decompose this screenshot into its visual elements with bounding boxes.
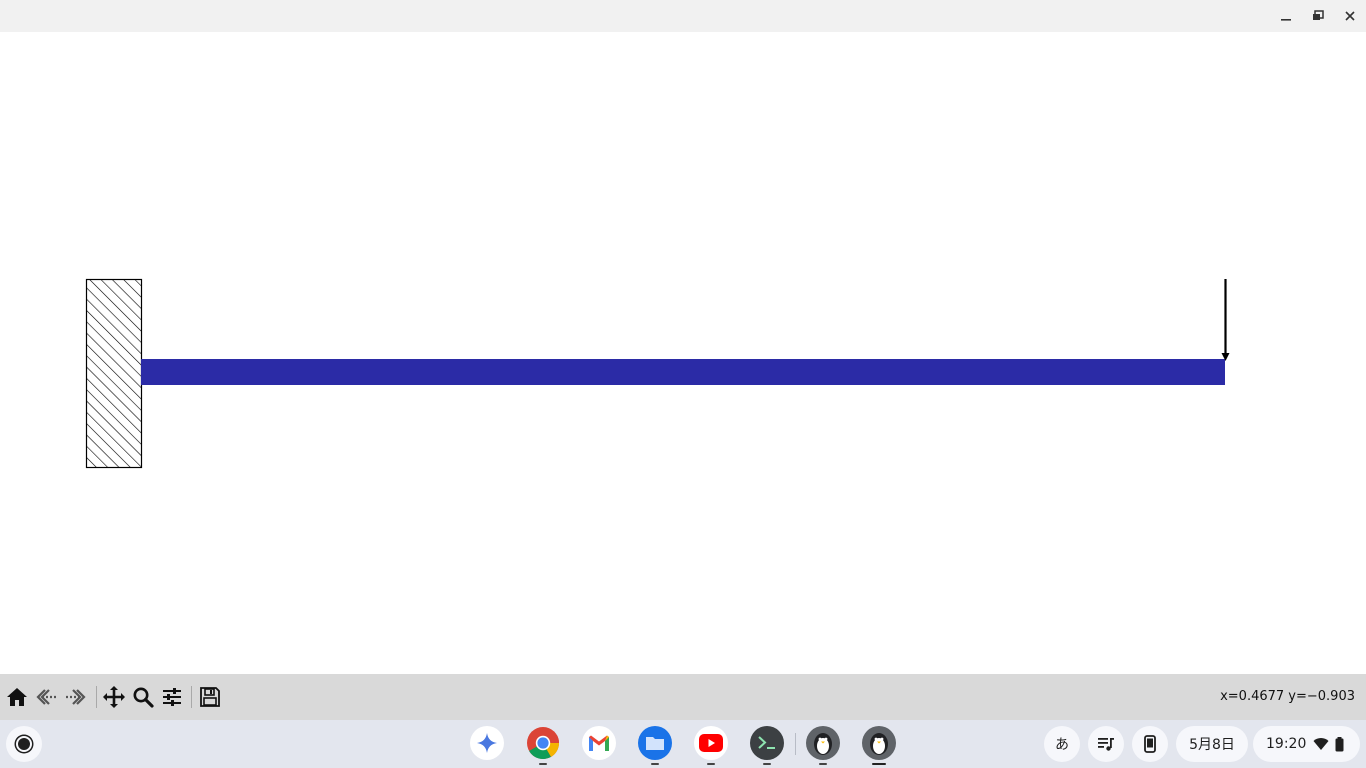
navigation-toolbar: x=0.4677 y=−0.903	[0, 674, 1366, 720]
gmail-icon	[589, 735, 609, 751]
app-running-indicator	[763, 763, 771, 765]
pan-button[interactable]	[101, 684, 127, 710]
figure-drawing	[85, 278, 1230, 469]
cursor-coordinates: x=0.4677 y=−0.903	[1220, 689, 1355, 704]
shelf: あ 5月8日 19:20	[0, 720, 1366, 768]
app-running-indicator	[651, 763, 659, 765]
close-button[interactable]	[1338, 4, 1362, 28]
ime-indicator[interactable]: あ	[1044, 726, 1080, 762]
zoom-button[interactable]	[130, 684, 156, 710]
minimize-icon	[1281, 19, 1291, 21]
gemini-icon	[477, 733, 497, 753]
close-icon	[1345, 11, 1355, 21]
penguin-icon	[814, 733, 832, 755]
plot-canvas[interactable]	[0, 32, 1366, 674]
point-load-arrow	[1221, 279, 1230, 361]
media-controls-button[interactable]	[1088, 726, 1124, 762]
zoom-icon	[133, 687, 154, 708]
battery-icon	[1335, 736, 1344, 751]
restore-icon	[1313, 10, 1324, 20]
app-youtube[interactable]	[694, 726, 728, 760]
minimize-button[interactable]	[1274, 4, 1298, 28]
phone-icon	[1144, 735, 1156, 753]
phone-hub-button[interactable]	[1132, 726, 1168, 762]
app-linux-2[interactable]	[862, 726, 896, 760]
window-title-bar	[0, 0, 1366, 32]
save-icon	[200, 687, 220, 707]
beam	[141, 359, 1225, 385]
clock: 19:20	[1266, 736, 1307, 752]
playlist-music-icon	[1098, 738, 1114, 751]
launcher-icon	[18, 738, 30, 750]
forward-button[interactable]	[63, 684, 89, 710]
files-icon	[646, 737, 664, 750]
configure-subplots-button[interactable]	[159, 684, 185, 710]
status-area[interactable]: 19:20	[1253, 726, 1360, 762]
app-chrome[interactable]	[526, 726, 560, 760]
sliders-icon	[163, 688, 181, 706]
app-running-indicator	[819, 763, 827, 765]
toolbar-separator	[96, 686, 97, 708]
home-button[interactable]	[4, 684, 30, 710]
youtube-icon	[699, 734, 723, 752]
move-icon	[103, 686, 125, 708]
app-linux-1[interactable]	[806, 726, 840, 760]
launcher-button[interactable]	[6, 726, 42, 762]
restore-button[interactable]	[1306, 4, 1330, 28]
wifi-icon	[1313, 738, 1329, 750]
app-gmail[interactable]	[582, 726, 616, 760]
app-running-indicator	[707, 763, 715, 765]
chrome-icon	[527, 727, 560, 760]
penguin-icon	[870, 733, 888, 755]
app-active-indicator	[872, 763, 886, 765]
terminal-icon	[758, 736, 775, 749]
date-indicator[interactable]: 5月8日	[1176, 726, 1248, 762]
app-running-indicator	[539, 763, 547, 765]
forward-arrow-icon	[66, 689, 86, 705]
home-icon	[7, 688, 27, 706]
back-arrow-icon	[36, 689, 56, 705]
fixed-wall-support	[85, 278, 143, 469]
shelf-separator	[795, 733, 796, 755]
back-button[interactable]	[33, 684, 59, 710]
app-terminal[interactable]	[750, 726, 784, 760]
toolbar-separator	[191, 686, 192, 708]
app-gemini[interactable]	[470, 726, 504, 760]
save-button[interactable]	[197, 684, 223, 710]
app-files[interactable]	[638, 726, 672, 760]
